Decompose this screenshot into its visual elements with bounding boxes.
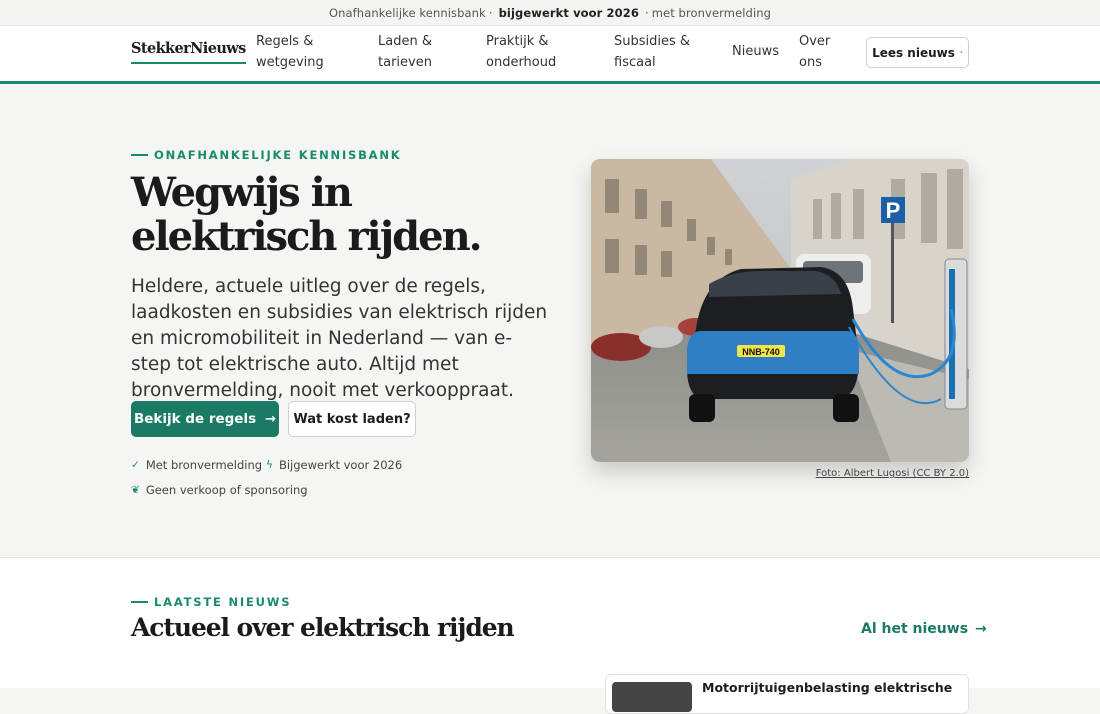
- news-card-thumbnail: [612, 682, 692, 712]
- main-header: StekkerNieuws Regels & wetgeving Laden &…: [0, 26, 1100, 84]
- charging-cost-button[interactable]: Wat kost laden?: [288, 401, 416, 437]
- hero-lead: Heldere, actuele uitleg over de regels, …: [131, 276, 548, 401]
- announcement-separator: ·: [644, 5, 649, 20]
- site-logo[interactable]: StekkerNieuws: [131, 40, 246, 64]
- nav-item-over-ons[interactable]: Over ons: [799, 31, 830, 73]
- trust-item-updated: ϟ Bijgewerkt voor 2026: [266, 458, 402, 472]
- news-eyebrow: LAATSTE NIEUWS: [131, 595, 291, 609]
- nav-label: onderhoud: [486, 55, 557, 70]
- bolt-icon: ϟ: [266, 459, 273, 471]
- nav-item-regels[interactable]: Regels & wetgeving: [256, 31, 324, 73]
- announcement-kennisbank: Onafhankelijke kennisbank: [328, 5, 486, 20]
- dot-icon: ·: [959, 48, 963, 57]
- nav-label: Over: [799, 34, 831, 49]
- nav-label: tarieven: [378, 55, 432, 70]
- news-card[interactable]: Motorrijtuigenbelasting elektrische: [605, 674, 969, 714]
- nav-label: Nieuws: [732, 44, 779, 59]
- nav-item-nieuws[interactable]: Nieuws: [732, 41, 779, 62]
- trust-item-sources: ✓ Met bronvermelding: [131, 458, 262, 472]
- trust-item-no-sponsoring: ❦ Geen verkoop of sponsoring: [131, 483, 308, 497]
- leaf-icon: ❦: [131, 484, 140, 496]
- eyebrow-line: [131, 154, 148, 156]
- hero-title: Wegwijs in elektrisch rijden.: [131, 171, 571, 259]
- nav-label: Subsidies &: [614, 34, 691, 49]
- nav-label: Laden &: [378, 34, 432, 49]
- read-news-button[interactable]: Lees nieuws ·: [866, 37, 969, 68]
- announcement-sources: met bronvermelding: [651, 5, 772, 20]
- trust-text: Met bronvermelding: [145, 458, 263, 472]
- photo-credit-link[interactable]: Foto: Albert Lugosi (CC BY 2.0): [800, 468, 969, 479]
- read-news-label: Lees nieuws: [872, 45, 955, 60]
- view-rules-button[interactable]: Bekijk de regels →: [131, 401, 279, 437]
- hero-title-line1: Wegwijs in: [131, 169, 353, 216]
- license-plate: NNB-740: [742, 347, 780, 357]
- view-rules-label: Bekijk de regels: [133, 411, 257, 427]
- news-title: Actueel over elektrisch rijden: [131, 613, 515, 642]
- announcement-separator: ·: [488, 5, 493, 20]
- hero-photo: P NNB-740: [591, 159, 969, 462]
- news-eyebrow-text: LAATSTE NIEUWS: [154, 595, 292, 609]
- arrow-right-icon: →: [975, 621, 987, 637]
- nav-label: Praktijk &: [486, 34, 549, 49]
- all-news-link[interactable]: Al het nieuws →: [861, 621, 987, 637]
- announcement-bar: Onafhankelijke kennisbank · bijgewerkt v…: [0, 0, 1100, 26]
- nav-label: fiscaal: [614, 55, 656, 70]
- nav-item-praktijk[interactable]: Praktijk & onderhoud: [486, 31, 556, 73]
- charging-cost-label: Wat kost laden?: [293, 411, 411, 427]
- hero-eyebrow-text: ONAFHANKELIJKE KENNISBANK: [154, 148, 402, 162]
- latest-news-section: LAATSTE NIEUWS Actueel over elektrisch r…: [0, 557, 1100, 714]
- announcement-updated: bijgewerkt voor 2026: [498, 5, 639, 20]
- arrow-right-icon: →: [265, 411, 277, 427]
- nav-item-subsidies[interactable]: Subsidies & fiscaal: [614, 31, 690, 73]
- trust-text: Bijgewerkt voor 2026: [278, 458, 403, 472]
- trust-text: Geen verkoop of sponsoring: [145, 483, 308, 497]
- hero-title-line2: elektrisch rijden.: [131, 213, 483, 260]
- hero-section: ONAFHANKELIJKE KENNISBANK Wegwijs in ele…: [0, 87, 1100, 557]
- electric-car-charging-photo: P NNB-740: [591, 159, 969, 462]
- hero-eyebrow: ONAFHANKELIJKE KENNISBANK: [131, 148, 402, 162]
- check-icon: ✓: [131, 459, 140, 471]
- all-news-label: Al het nieuws: [861, 621, 969, 637]
- nav-label: Regels &: [256, 34, 314, 49]
- nav-label: wetgeving: [256, 55, 324, 70]
- nav-item-laden[interactable]: Laden & tarieven: [378, 31, 432, 73]
- nav-label: ons: [799, 55, 822, 70]
- svg-text:P: P: [886, 198, 901, 223]
- eyebrow-line: [131, 601, 148, 603]
